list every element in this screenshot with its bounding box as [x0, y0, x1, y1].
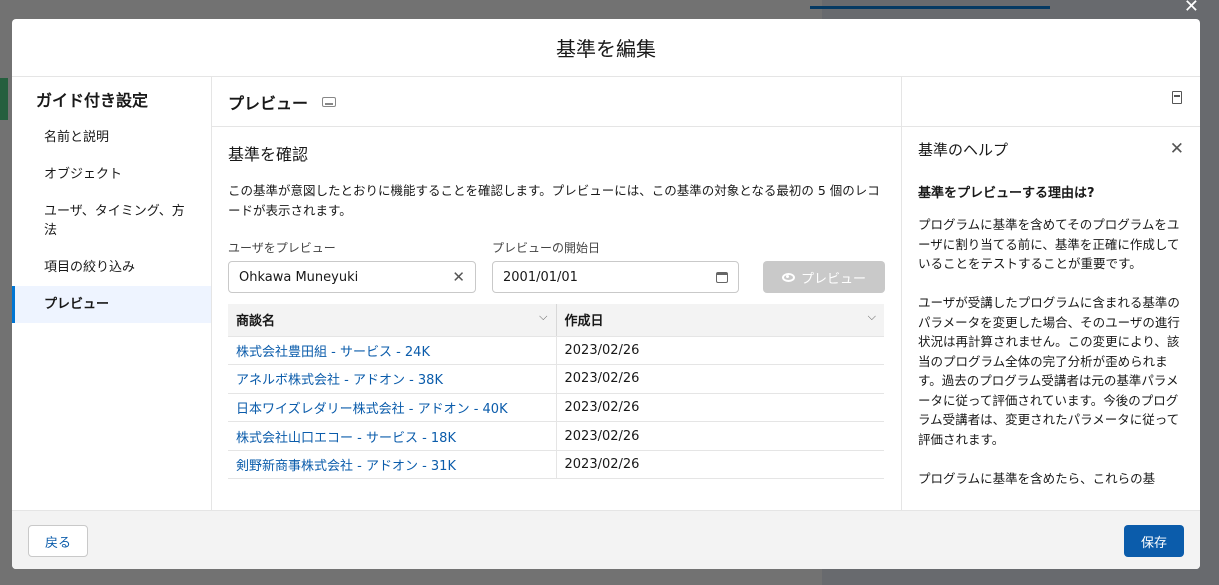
- modal-footer: 戻る 保存: [12, 510, 1200, 569]
- column-header-opportunity[interactable]: 商談名 ⌵: [228, 304, 557, 337]
- save-button[interactable]: 保存: [1124, 525, 1184, 557]
- table-row: アネルボ株式会社 - アドオン - 38K 2023/02/26: [228, 364, 884, 394]
- modal-title: 基準を編集: [556, 37, 656, 61]
- chevron-down-icon[interactable]: ⌵: [868, 310, 876, 324]
- help-text[interactable]: プログラムに基準を含めてそのプログラムをユーザに割り当てる前に、基準を正確に作成…: [902, 201, 1200, 521]
- table-row: 剣野新商事株式会社 - アドオン - 31K 2023/02/26: [228, 450, 884, 480]
- help-subtitle: 基準をプレビューする理由は?: [918, 186, 1095, 201]
- opportunity-link[interactable]: アネルボ株式会社 - アドオン - 38K: [228, 364, 557, 394]
- modal-body: ガイド付き設定 名前と説明 オブジェクト ユーザ、タイミング、方法 項目の絞り込…: [12, 77, 1200, 510]
- table-header-row: 商談名 ⌵ 作成日 ⌵: [228, 304, 884, 337]
- help-panel: 基準のヘルプ ✕ 基準をプレビューする理由は? プログラムに基準を含めてそのプロ…: [901, 77, 1200, 510]
- preview-table-container: 商談名 ⌵ 作成日 ⌵ 株式会社豊田組 - サービス - 24K 2023/02…: [212, 272, 901, 498]
- date-field-label: プレビューの開始日: [492, 241, 601, 255]
- step-preview[interactable]: プレビュー: [12, 286, 211, 323]
- opportunity-link[interactable]: 剣野新商事株式会社 - アドオン - 31K: [228, 450, 557, 480]
- step-user-timing-method[interactable]: ユーザ、タイミング、方法: [12, 193, 211, 249]
- created-date: 2023/02/26: [556, 364, 884, 394]
- created-date: 2023/02/26: [556, 336, 884, 366]
- step-object[interactable]: オブジェクト: [12, 156, 211, 193]
- help-paragraph: プログラムに基準を含めたら、これらの基: [918, 470, 1156, 486]
- modal-header: 基準を編集: [12, 19, 1200, 77]
- preview-header: プレビュー: [212, 77, 901, 127]
- keyboard-icon[interactable]: [322, 96, 337, 107]
- preview-title: プレビュー: [228, 93, 309, 113]
- step-field-filter[interactable]: 項目の絞り込み: [12, 249, 211, 286]
- preview-description: この基準が意図したとおりに機能することを確認します。プレビューには、この基準の対…: [228, 183, 880, 218]
- table-row: 株式会社山口エコー - サービス - 18K 2023/02/26: [228, 421, 884, 451]
- opportunity-link[interactable]: 日本ワイズレダリー株式会社 - アドオン - 40K: [228, 393, 557, 423]
- column-header-created-date[interactable]: 作成日 ⌵: [556, 304, 884, 337]
- table-row: 株式会社豊田組 - サービス - 24K 2023/02/26: [228, 336, 884, 366]
- book-icon[interactable]: [1172, 91, 1182, 104]
- preview-table: 商談名 ⌵ 作成日 ⌵ 株式会社豊田組 - サービス - 24K 2023/02…: [228, 304, 884, 480]
- opportunity-link[interactable]: 株式会社豊田組 - サービス - 24K: [228, 336, 557, 366]
- chevron-down-icon[interactable]: ⌵: [539, 310, 547, 324]
- help-panel-toolbar: [902, 77, 1200, 127]
- guided-setup-nav: ガイド付き設定 名前と説明 オブジェクト ユーザ、タイミング、方法 項目の絞り込…: [12, 77, 212, 510]
- column-label: 作成日: [564, 314, 604, 330]
- guided-setup-title: ガイド付き設定: [36, 91, 149, 110]
- created-date: 2023/02/26: [556, 450, 884, 480]
- table-row: 日本ワイズレダリー株式会社 - アドオン - 40K 2023/02/26: [228, 393, 884, 423]
- edit-criteria-modal: 基準を編集 ガイド付き設定 名前と説明 オブジェクト ユーザ、タイミング、方法 …: [12, 19, 1200, 569]
- created-date: 2023/02/26: [556, 421, 884, 451]
- help-header: 基準のヘルプ ✕: [902, 127, 1200, 160]
- preview-panel: プレビュー 基準を確認 この基準が意図したとおりに機能することを確認します。プレ…: [212, 77, 901, 510]
- back-button[interactable]: 戻る: [28, 525, 88, 557]
- help-paragraph: ユーザが受講したプログラムに含まれる基準のパラメータを変更した場合、そのユーザの…: [918, 295, 1180, 447]
- section-title: 基準を確認: [228, 145, 309, 164]
- opportunity-link[interactable]: 株式会社山口エコー - サービス - 18K: [228, 421, 557, 451]
- close-icon[interactable]: ✕: [1170, 139, 1184, 160]
- help-paragraph: プログラムに基準を含めてそのプログラムをユーザに割り当てる前に、基準を正確に作成…: [918, 217, 1180, 271]
- column-label: 商談名: [236, 314, 276, 330]
- step-name-description[interactable]: 名前と説明: [12, 119, 211, 156]
- user-field-label: ユーザをプレビュー: [228, 241, 336, 255]
- created-date: 2023/02/26: [556, 393, 884, 423]
- background-close-icon: ✕: [1183, 0, 1199, 17]
- help-title: 基準のヘルプ: [918, 141, 1009, 159]
